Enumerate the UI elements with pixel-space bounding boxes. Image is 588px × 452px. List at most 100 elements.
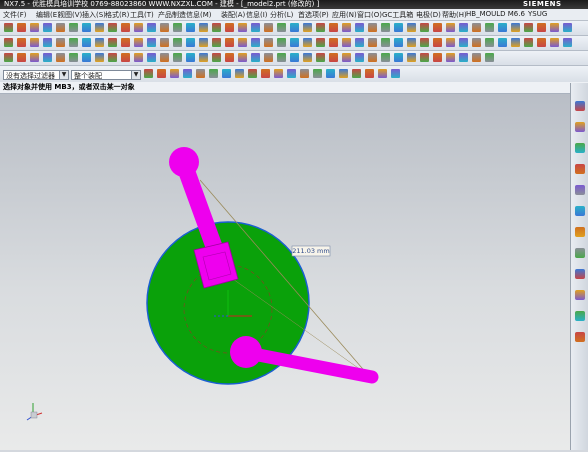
toolbar-tool-icon[interactable] (459, 53, 468, 62)
toolbar-tool-icon[interactable] (173, 53, 182, 62)
menu-gc-toolkit[interactable]: GC工具箱 (382, 10, 413, 20)
toolbar-tool-icon[interactable] (274, 69, 283, 78)
toolbar-tool-icon[interactable] (316, 23, 325, 32)
toolbar-tool-icon[interactable] (394, 53, 403, 62)
toolbar-tool-icon[interactable] (277, 23, 286, 32)
toolbar-tool-icon[interactable] (248, 69, 257, 78)
menu-pmi[interactable]: 产品制造信息(M) (158, 10, 212, 20)
toolbar-tool-icon[interactable] (199, 53, 208, 62)
toolbar-tool-icon[interactable] (485, 53, 494, 62)
toolbar-tool-icon[interactable] (300, 69, 309, 78)
toolbar-tool-icon[interactable] (498, 23, 507, 32)
toolbar-tool-icon[interactable] (316, 53, 325, 62)
toolbar-tool-icon[interactable] (173, 23, 182, 32)
toolbar-tool-icon[interactable] (537, 23, 546, 32)
toolbar-tool-icon[interactable] (82, 23, 91, 32)
menu-hb-mould[interactable]: HB_MOULD M6.6 (466, 10, 525, 18)
toolbar-tool-icon[interactable] (147, 53, 156, 62)
toolbar-tool-icon[interactable] (264, 23, 273, 32)
toolbar-tool-icon[interactable] (144, 69, 153, 78)
toolbar-tool-icon[interactable] (157, 69, 166, 78)
assembly-navigator-icon[interactable] (575, 122, 585, 132)
toolbar-tool-icon[interactable] (287, 69, 296, 78)
toolbar-tool-icon[interactable] (563, 23, 572, 32)
toolbar-tool-icon[interactable] (290, 23, 299, 32)
roles-icon[interactable] (575, 311, 585, 321)
toolbar-tool-icon[interactable] (147, 23, 156, 32)
toolbar-tool-icon[interactable] (56, 23, 65, 32)
toolbar-tool-icon[interactable] (391, 69, 400, 78)
toolbar-tool-icon[interactable] (420, 23, 429, 32)
toolbar-tool-icon[interactable] (69, 23, 78, 32)
toolbar-tool-icon[interactable] (212, 53, 221, 62)
toolbar-tool-icon[interactable] (420, 38, 429, 47)
toolbar-tool-icon[interactable] (69, 53, 78, 62)
reuse-library-icon[interactable] (575, 164, 585, 174)
history-icon[interactable] (575, 227, 585, 237)
upper-arm-end[interactable] (169, 147, 199, 177)
part-navigator-icon[interactable] (575, 101, 585, 111)
toolbar-tool-icon[interactable] (238, 23, 247, 32)
toolbar-tool-icon[interactable] (511, 38, 520, 47)
toolbar-tool-icon[interactable] (121, 53, 130, 62)
toolbar-tool-icon[interactable] (160, 53, 169, 62)
toolbar-tool-icon[interactable] (511, 23, 520, 32)
toolbar-tool-icon[interactable] (368, 38, 377, 47)
toolbar-tool-icon[interactable] (261, 69, 270, 78)
toolbar-tool-icon[interactable] (407, 53, 416, 62)
toolbar-tool-icon[interactable] (303, 53, 312, 62)
toolbar-tool-icon[interactable] (186, 53, 195, 62)
menu-info[interactable]: 信息(I) (246, 10, 268, 20)
toolbar-tool-icon[interactable] (381, 38, 390, 47)
web-browser-icon[interactable] (575, 206, 585, 216)
menu-edit[interactable]: 编辑(E) (36, 10, 60, 20)
toolbar-tool-icon[interactable] (95, 23, 104, 32)
toolbar-tool-icon[interactable] (303, 23, 312, 32)
toolbar-tool-icon[interactable] (264, 38, 273, 47)
menu-electrode[interactable]: 电极(D) (416, 10, 441, 20)
toolbar-tool-icon[interactable] (524, 38, 533, 47)
toolbar-tool-icon[interactable] (498, 38, 507, 47)
toolbar-tool-icon[interactable] (563, 38, 572, 47)
toolbar-tool-icon[interactable] (329, 38, 338, 47)
toolbar-tool-icon[interactable] (407, 23, 416, 32)
toolbar-tool-icon[interactable] (290, 38, 299, 47)
toolbar-tool-icon[interactable] (56, 53, 65, 62)
toolbar-tool-icon[interactable] (485, 23, 494, 32)
system-materials-icon[interactable] (575, 248, 585, 258)
toolbar-tool-icon[interactable] (43, 23, 52, 32)
toolbar-tool-icon[interactable] (368, 53, 377, 62)
toolbar-tool-icon[interactable] (43, 53, 52, 62)
toolbar-tool-icon[interactable] (173, 38, 182, 47)
toolbar-tool-icon[interactable] (433, 38, 442, 47)
toolbar-tool-icon[interactable] (277, 38, 286, 47)
toolbar-tool-icon[interactable] (446, 53, 455, 62)
graphics-window[interactable]: 211.03 mm (0, 94, 570, 450)
toolbar-tool-icon[interactable] (329, 53, 338, 62)
toolbar-tool-icon[interactable] (378, 69, 387, 78)
toolbar-tool-icon[interactable] (433, 53, 442, 62)
toolbar-tool-icon[interactable] (537, 38, 546, 47)
toolbar-tool-icon[interactable] (381, 53, 390, 62)
toolbar-tool-icon[interactable] (17, 23, 26, 32)
toolbar-tool-icon[interactable] (394, 38, 403, 47)
menu-ysug[interactable]: YSUG (528, 10, 547, 18)
toolbar-tool-icon[interactable] (381, 23, 390, 32)
toolbar-tool-icon[interactable] (212, 23, 221, 32)
toolbar-tool-icon[interactable] (186, 23, 195, 32)
toolbar-tool-icon[interactable] (472, 53, 481, 62)
toolbar-tool-icon[interactable] (459, 23, 468, 32)
toolbar-tool-icon[interactable] (222, 69, 231, 78)
toolbar-tool-icon[interactable] (199, 38, 208, 47)
toolbar-tool-icon[interactable] (170, 69, 179, 78)
toolbar-tool-icon[interactable] (326, 69, 335, 78)
menu-view[interactable]: 视图(V) (58, 10, 82, 20)
toolbar-tool-icon[interactable] (329, 23, 338, 32)
model-view[interactable]: 211.03 mm (0, 94, 570, 450)
toolbar-tool-icon[interactable] (355, 38, 364, 47)
menu-application[interactable]: 应用(N) (332, 10, 357, 20)
toolbar-tool-icon[interactable] (30, 38, 39, 47)
toolbar-tool-icon[interactable] (186, 38, 195, 47)
toolbar-tool-icon[interactable] (108, 23, 117, 32)
toolbar-tool-icon[interactable] (82, 53, 91, 62)
